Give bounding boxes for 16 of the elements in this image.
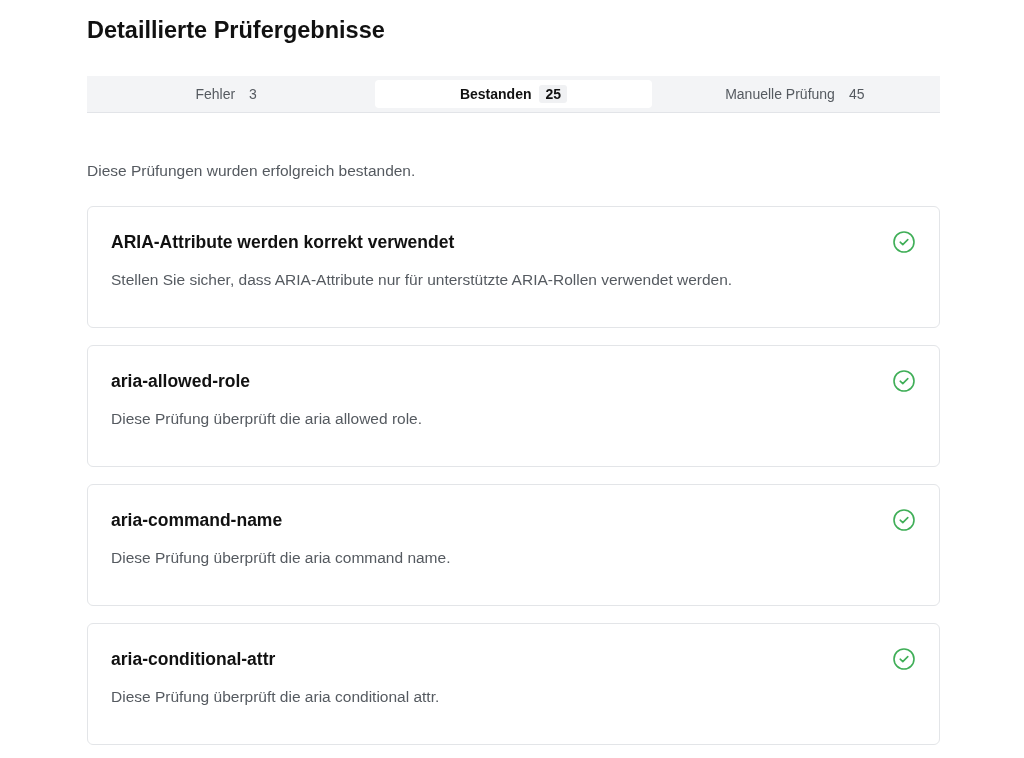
page-heading: Detaillierte Prüfergebnisse (87, 16, 386, 44)
check-title: aria-allowed-role (111, 371, 252, 392)
tab[interactable]: Bestanden 25 (375, 80, 652, 108)
tab-count: 3 (248, 85, 258, 103)
intro-text: Diese Prüfungen wurden erfolgreich bestanden. (87, 161, 417, 181)
check-description: Diese Prüfung überprüft die aria allowed role. (111, 409, 424, 429)
check-title: aria-conditional-attr (111, 649, 277, 670)
tab-count: 25 (539, 85, 568, 103)
check-description: Diese Prüfung überprüft die aria conditional attr. (111, 687, 441, 707)
check-title: ARIA-Attribute werden korrekt verwendet (111, 232, 456, 253)
tab-count: 45 (847, 85, 866, 103)
tab[interactable]: Fehler 3 (91, 80, 368, 108)
check-description: Stellen Sie sicher, dass ARIA-Attribute nur für unterstützte ARIA-Rollen verwendet werden. (111, 270, 734, 290)
check-description: Diese Prüfung überprüft die aria command name. (111, 548, 452, 568)
check-title: aria-command-name (111, 510, 284, 531)
tab[interactable]: Manuelle Prüfung 45 (659, 80, 936, 108)
